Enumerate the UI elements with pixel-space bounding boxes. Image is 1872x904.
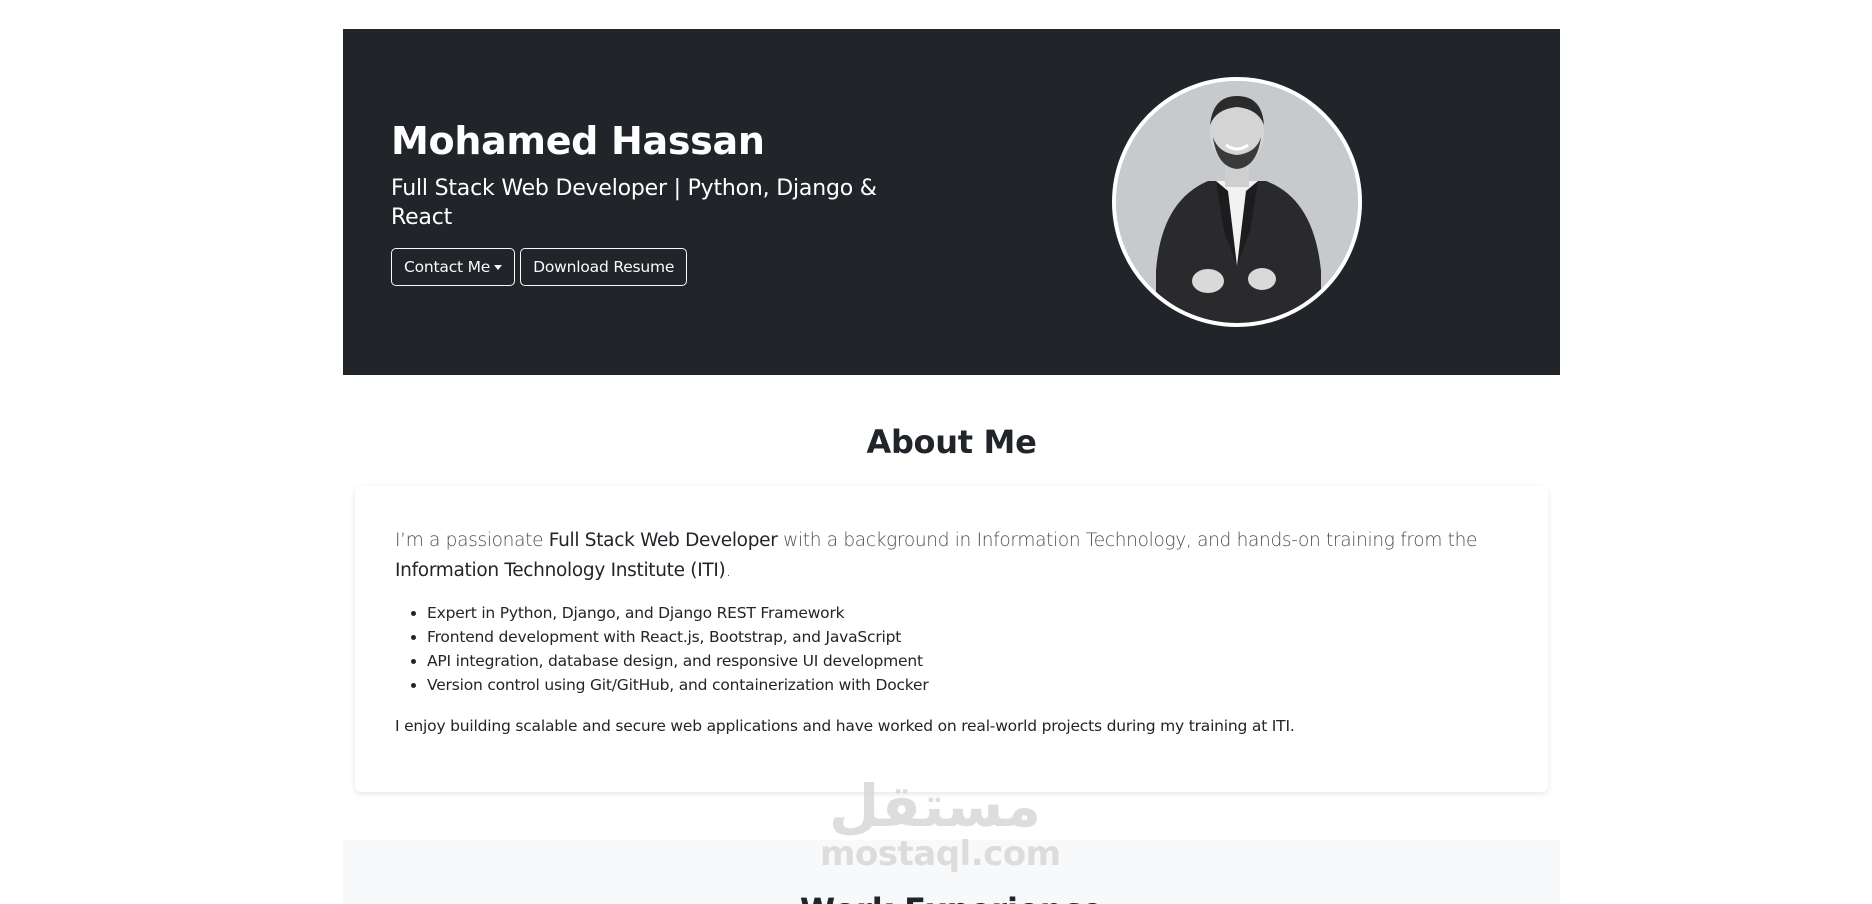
list-item: Frontend development with React.js, Boot… — [427, 625, 929, 649]
hero-buttons: Contact Me Download Resume — [391, 248, 688, 286]
work-experience-title: Work Experience — [343, 890, 1560, 904]
work-experience-section: Work Experience — [343, 840, 1560, 904]
caret-down-icon — [494, 264, 503, 270]
hero-subtitle: Full Stack Web Developer | Python, Djang… — [391, 176, 877, 230]
hero-section: Mohamed Hassan Full Stack Web Developer … — [343, 29, 1560, 375]
profile-photo-avatar — [1112, 77, 1362, 327]
list-item: Expert in Python, Django, and Django RES… — [427, 601, 929, 625]
lead-prefix: I’m a passionate — [395, 530, 549, 551]
contact-me-button[interactable]: Contact Me — [391, 248, 516, 286]
list-item: API integration, database design, and re… — [427, 649, 929, 673]
lead-role: Full Stack Web Developer — [548, 530, 778, 551]
profile-photo-icon — [1116, 81, 1358, 323]
lead-institute: Information Technology Institute (ITI) — [395, 560, 726, 581]
about-card: I’m a passionate Full Stack Web Develope… — [355, 486, 1548, 792]
hero-name: Mohamed Hassan — [391, 119, 765, 163]
about-lead: I’m a passionate Full Stack Web Develope… — [395, 526, 1495, 586]
skills-list: Expert in Python, Django, and Django RES… — [395, 601, 929, 697]
portfolio-page: Mohamed Hassan Full Stack Web Developer … — [0, 0, 1872, 904]
about-closing: I enjoy building scalable and secure web… — [395, 717, 1295, 735]
list-item: Version control using Git/GitHub, and co… — [427, 673, 929, 697]
lead-middle: with a background in Information Technol… — [777, 530, 1478, 551]
download-resume-label: Download Resume — [533, 258, 675, 276]
download-resume-button[interactable]: Download Resume — [520, 248, 688, 286]
contact-me-label: Contact Me — [404, 258, 491, 276]
about-title: About Me — [866, 423, 1037, 461]
lead-suffix: . — [725, 560, 732, 581]
